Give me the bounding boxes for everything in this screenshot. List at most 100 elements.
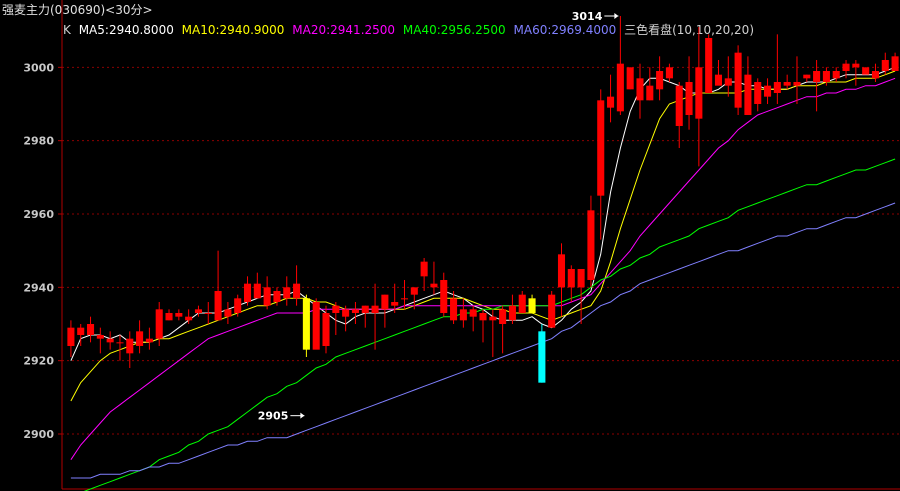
candle-body	[528, 298, 536, 313]
ma-line-ma20	[70, 77, 896, 460]
candle-body	[312, 302, 320, 350]
candle-body	[263, 287, 271, 306]
candle-body	[214, 291, 222, 321]
y-tick-label: 2960	[23, 208, 54, 221]
candle-body	[646, 85, 654, 101]
candle-body	[185, 316, 193, 321]
candle-body	[822, 71, 830, 82]
candle-body	[332, 305, 340, 313]
candle-body	[204, 313, 212, 314]
candle-body	[243, 283, 252, 302]
y-axis: 2900 2920 2940 2960 2980 3000	[23, 0, 900, 490]
candle-body	[764, 85, 772, 97]
candle-body	[577, 269, 585, 288]
candle-body	[67, 327, 75, 346]
candle-body	[773, 82, 781, 93]
candle-body	[400, 298, 409, 300]
candle-body	[253, 283, 261, 299]
candle-body	[116, 342, 124, 344]
candle-body	[371, 305, 379, 313]
ma-line-ma10	[70, 70, 896, 402]
candle-body	[557, 254, 566, 288]
candle-body	[489, 316, 497, 321]
candle-body	[96, 335, 104, 339]
candle-body	[567, 269, 575, 288]
candle-body	[597, 100, 605, 196]
candle-body	[175, 313, 183, 317]
candle-body	[852, 63, 860, 68]
annotation-label: 3014	[572, 10, 603, 23]
candle-body	[126, 338, 134, 354]
annotation-arrowhead	[300, 412, 305, 419]
candle-body	[518, 294, 526, 313]
candle-body	[86, 324, 95, 335]
candle-body	[342, 309, 350, 317]
candle-body	[351, 309, 359, 313]
candle-body	[881, 60, 889, 71]
candle-body	[705, 38, 713, 93]
candle-body	[322, 313, 330, 346]
candle-body	[832, 71, 840, 79]
candle-body	[440, 280, 448, 313]
candle-body	[665, 67, 673, 79]
candle-body	[165, 313, 173, 321]
candle-body	[793, 82, 801, 86]
y-tick-label: 3000	[23, 61, 54, 74]
candles	[67, 16, 899, 383]
annotation-label: 2905	[258, 410, 289, 423]
candle-body	[508, 305, 516, 321]
candle-body	[391, 302, 399, 306]
candle-body	[381, 294, 389, 310]
candle-body	[695, 67, 703, 119]
candle-body	[724, 78, 732, 86]
y-tick-label: 2920	[23, 355, 54, 368]
candlestick-chart[interactable]: 2900 2920 2940 2960 2980 3000 3014 2905	[0, 0, 900, 491]
candle-body	[136, 331, 144, 346]
candle-body	[803, 74, 811, 79]
y-tick-label: 2940	[23, 281, 54, 294]
candle-body	[548, 294, 556, 328]
candle-body	[302, 298, 310, 350]
candle-body	[862, 67, 870, 75]
candle-body	[469, 309, 477, 317]
candle-body	[685, 82, 693, 115]
candle-body	[283, 287, 291, 299]
candle-body	[194, 309, 202, 313]
candle-body	[420, 261, 428, 277]
candle-body	[224, 309, 232, 317]
candle-body	[459, 309, 467, 321]
candle-body	[636, 78, 644, 101]
candle-body	[538, 331, 546, 383]
candle-body	[744, 74, 752, 115]
y-tick-label: 2900	[23, 428, 54, 441]
candle-body	[783, 82, 791, 86]
candle-body	[891, 56, 899, 71]
candle-body	[656, 71, 664, 90]
candle-body	[734, 52, 742, 108]
moving-average-lines	[70, 66, 896, 491]
candle-body	[714, 74, 723, 86]
candle-body	[361, 305, 369, 313]
candle-body	[145, 338, 153, 343]
candle-body	[430, 283, 438, 288]
annotation-arrowhead	[614, 13, 619, 19]
grid-lines	[62, 66, 900, 435]
candle-body	[607, 96, 615, 108]
candle-body	[626, 67, 634, 90]
candle-body	[616, 63, 624, 112]
candle-body	[754, 82, 762, 104]
candle-body	[813, 71, 821, 82]
y-tick-label: 2980	[23, 135, 54, 148]
candle-body	[155, 309, 163, 339]
candle-body	[587, 210, 595, 280]
candle-body	[479, 313, 487, 321]
candle-body	[106, 338, 114, 343]
candle-body	[675, 85, 683, 126]
candle-body	[842, 63, 850, 71]
candle-body	[871, 71, 880, 79]
candle-body	[77, 327, 85, 335]
candle-body	[234, 298, 242, 313]
candle-body	[450, 298, 458, 321]
candle-body	[293, 283, 301, 299]
candle-body	[410, 287, 418, 295]
